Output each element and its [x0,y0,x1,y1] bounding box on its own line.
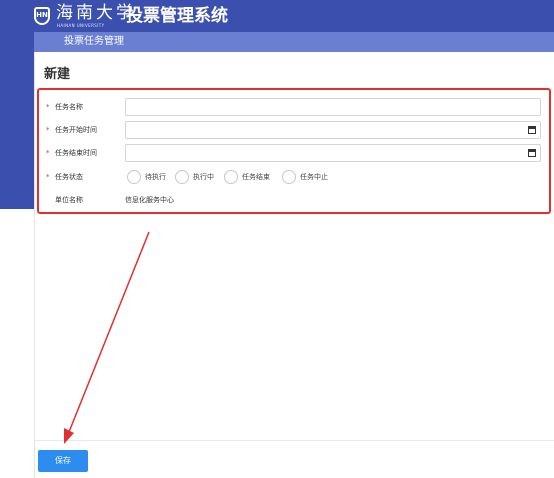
annotation-arrow [64,231,150,444]
arrow-line [68,231,150,433]
